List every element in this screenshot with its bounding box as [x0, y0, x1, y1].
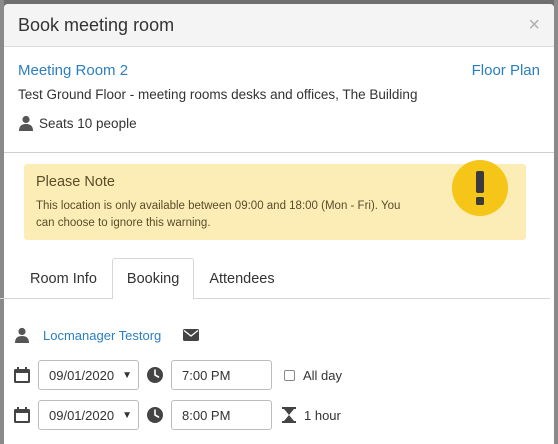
- room-name-link[interactable]: Meeting Room 2: [18, 62, 128, 79]
- dialog-title: Book meeting room: [18, 14, 175, 35]
- start-date-select[interactable]: 09/01/2020 ▼: [38, 360, 139, 390]
- hourglass-icon: [282, 407, 296, 423]
- close-button[interactable]: ×: [528, 15, 540, 35]
- envelope-icon[interactable]: [183, 329, 200, 341]
- end-date-value: 09/01/2020: [49, 407, 115, 423]
- floor-plan-link[interactable]: Floor Plan: [472, 62, 540, 79]
- start-row: 09/01/2020 ▼ 7:00 PM All day: [14, 358, 544, 392]
- end-date-select[interactable]: 09/01/2020 ▼: [38, 400, 139, 430]
- dialog-header: Book meeting room ×: [4, 4, 554, 47]
- person-icon: [19, 115, 33, 131]
- person-icon: [15, 327, 29, 343]
- warning-title: Please Note: [36, 174, 115, 190]
- warning-message: This location is only available between …: [36, 200, 401, 229]
- start-date-value: 09/01/2020: [49, 367, 115, 383]
- room-location: Test Ground Floor - meeting rooms desks …: [18, 87, 418, 102]
- booking-form: Locmanager Testorg 09/01/2020 ▼ 7:00 PM …: [14, 318, 544, 438]
- backdrop-right: [554, 0, 558, 444]
- clock-icon: [147, 367, 163, 383]
- seats-info: Seats 10 people: [18, 115, 540, 131]
- organiser-link[interactable]: Locmanager Testorg: [43, 328, 161, 343]
- chevron-down-icon: ▼: [122, 370, 132, 381]
- chevron-down-icon: ▼: [122, 410, 132, 421]
- end-time-input[interactable]: 8:00 PM: [171, 400, 272, 430]
- start-time-input[interactable]: 7:00 PM: [171, 360, 272, 390]
- tab-attendees[interactable]: Attendees: [194, 258, 289, 298]
- calendar-icon: [14, 407, 30, 423]
- all-day-checkbox[interactable]: [284, 369, 295, 381]
- tab-room-info[interactable]: Room Info: [15, 258, 112, 298]
- room-summary: Meeting Room 2 Floor Plan Test Ground Fl…: [4, 47, 554, 153]
- seats-label: Seats 10 people: [39, 115, 137, 131]
- end-row: 09/01/2020 ▼ 8:00 PM 1 hour: [14, 398, 544, 432]
- all-day-label: All day: [303, 367, 343, 383]
- duration-label: 1 hour: [304, 407, 341, 423]
- dialog-tabs: Room Info Booking Attendees: [0, 258, 550, 299]
- clock-icon: [147, 407, 163, 423]
- organiser-row: Locmanager Testorg: [14, 318, 544, 352]
- calendar-icon: [14, 367, 30, 383]
- availability-warning: Please Note This location is only availa…: [24, 164, 526, 240]
- tab-booking[interactable]: Booking: [111, 258, 195, 299]
- exclamation-icon: [452, 160, 508, 216]
